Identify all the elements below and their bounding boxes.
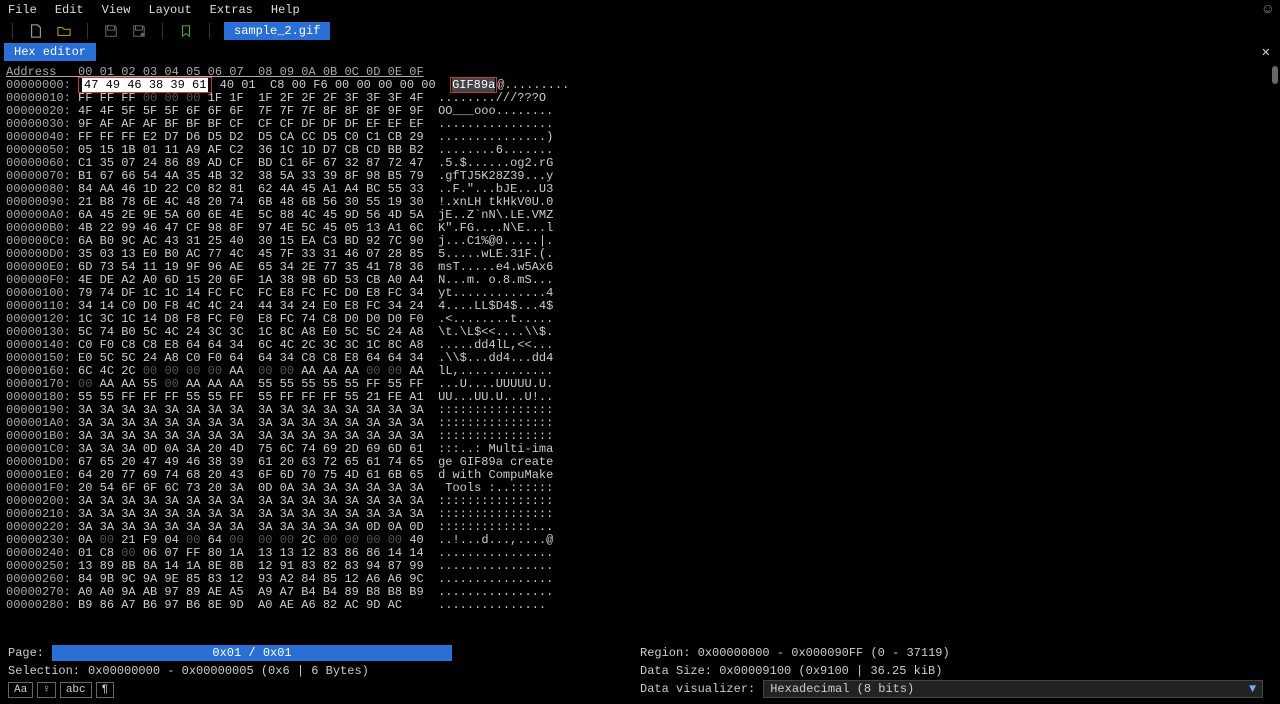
case-toggle-button[interactable]: Aa [8,682,33,698]
menu-edit[interactable]: Edit [55,3,84,17]
filename-tab[interactable]: sample_2.gif [224,22,330,40]
pilcrow-button[interactable]: ¶ [96,682,115,698]
menu-layout[interactable]: Layout [148,3,191,17]
visualizer-select[interactable]: Hexadecimal (8 bits) ▼ [763,680,1263,698]
abc-button[interactable]: abc [60,682,92,698]
save-icon[interactable] [102,22,120,40]
chevron-down-icon: ▼ [1249,682,1256,696]
datasize-value: 0x00009100 (0x9100 | 36.25 kiB) [719,664,942,678]
page-label: Page: [8,646,44,660]
page-indicator[interactable]: 0x01 / 0x01 [52,645,452,661]
tab-hex-editor[interactable]: Hex editor [4,43,96,61]
close-icon[interactable]: ✕ [1256,44,1276,61]
tabbar: Hex editor ✕ [0,42,1280,62]
region-value: 0x00000000 - 0x000090FF (0 - 37119) [698,646,950,660]
menu-extras[interactable]: Extras [210,3,253,17]
scrollbar-thumb[interactable] [1272,66,1278,84]
smiley-icon[interactable]: ☺ [1264,2,1272,18]
menu-file[interactable]: File [8,3,37,17]
visualizer-label: Data visualizer: [640,682,755,696]
menu-help[interactable]: Help [271,3,300,17]
symbol-button[interactable]: ♀ [37,682,56,698]
footer: Page: 0x01 / 0x01 Region: 0x00000000 - 0… [0,640,1280,704]
toolbar: sample_2.gif [0,20,1280,42]
open-folder-icon[interactable] [55,22,73,40]
menu-view[interactable]: View [102,3,131,17]
selection-value: 0x00000000 - 0x00000005 (0x6 | 6 Bytes) [88,664,369,678]
bookmark-icon[interactable] [177,22,195,40]
visualizer-value: Hexadecimal (8 bits) [770,682,914,696]
save-as-icon[interactable] [130,22,148,40]
new-file-icon[interactable] [27,22,45,40]
hex-view[interactable]: Address 00 01 02 03 04 05 06 07 08 09 0A… [0,62,1280,630]
selection-label: Selection: [8,664,80,678]
scrollbar[interactable] [1272,66,1278,626]
region-label: Region: [640,646,690,660]
datasize-label: Data Size: [640,664,712,678]
menubar: File Edit View Layout Extras Help ☺ [0,0,1280,20]
